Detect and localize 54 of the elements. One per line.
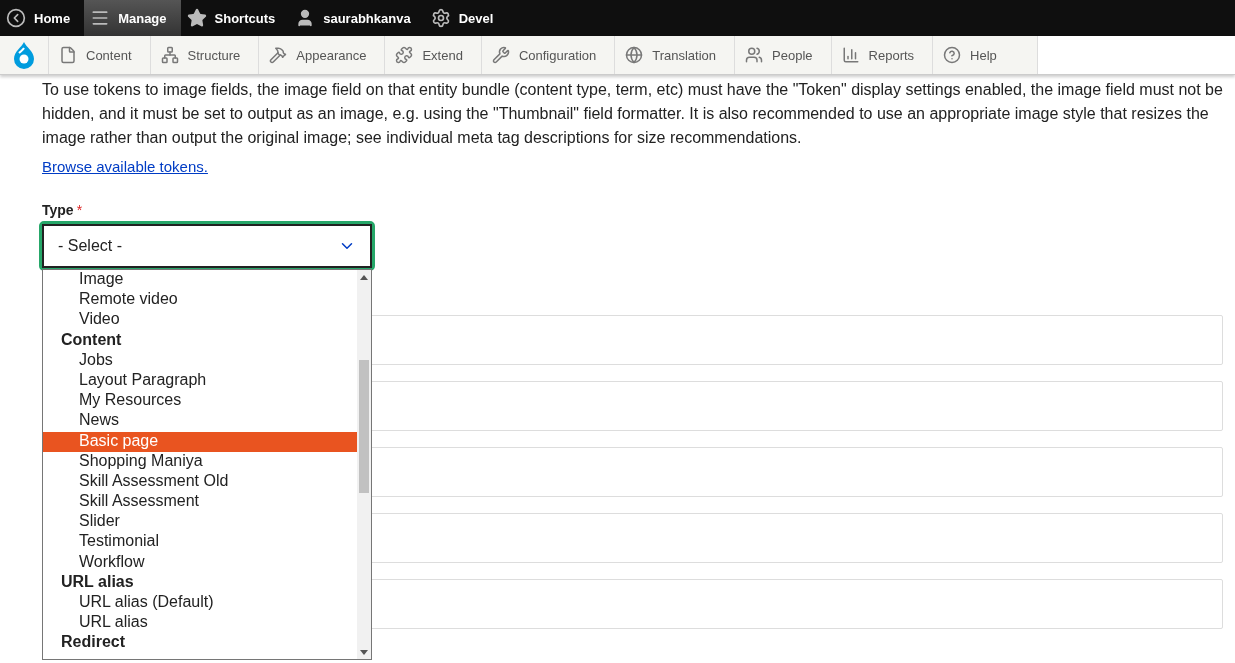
help-icon — [943, 46, 962, 64]
dropdown-option[interactable]: Image — [43, 270, 357, 291]
hammer-icon — [269, 46, 288, 64]
admin-menu-item[interactable]: Shortcuts — [180, 0, 290, 36]
settings-icon — [430, 8, 451, 28]
wrench-icon — [491, 46, 510, 64]
people-icon — [745, 46, 764, 64]
admin-menu-item[interactable]: Manage — [84, 0, 181, 36]
toolbar-tab[interactable]: Help — [933, 36, 1038, 74]
file-icon — [59, 46, 77, 64]
scrollbar[interactable] — [357, 270, 371, 659]
option-group-label: Redirect — [60, 633, 127, 653]
toolbar-tab[interactable]: Reports — [831, 36, 934, 74]
admin-menu-item[interactable]: saurabhkanva — [289, 0, 425, 36]
dropdown-option[interactable]: Skill Assessment — [43, 492, 357, 513]
toolbar-tab[interactable]: People — [735, 36, 832, 74]
browse-tokens-link[interactable]: Browse available tokens. — [42, 158, 208, 175]
dropdown-option[interactable]: Jobs — [43, 350, 357, 371]
back-icon — [6, 8, 26, 28]
drupal-logo-icon[interactable] — [0, 36, 49, 74]
scroll-thumb[interactable] — [359, 360, 369, 493]
option-group-label: URL alias — [60, 572, 135, 592]
toolbar-tab[interactable]: Structure — [150, 36, 260, 74]
hierarchy-icon — [160, 46, 179, 64]
puzzle-icon — [395, 46, 414, 64]
scroll-up-icon[interactable] — [360, 275, 368, 280]
dropdown-option[interactable]: My Resources — [43, 391, 357, 412]
dropdown-option[interactable]: News — [43, 411, 357, 432]
dropdown-option[interactable]: URL alias (Default) — [43, 593, 357, 614]
dropdown-option[interactable]: Skill Assessment Old — [43, 471, 357, 493]
description-text: To use tokens to image fields, the image field on that entity bundle (content type, term, etc) must have the "Token" display settings enabled, the image field must not be hidden, and it must be set to output as an image, e.g. using the "Thumbnail" field formatter. It is also recommended to use an appropriate image style that resizes the image rather than output the original image; see individual meta tag descriptions for size recommendations. — [42, 80, 1223, 148]
type-select[interactable]: - Select - — [42, 224, 372, 268]
admin-menu-item[interactable]: Devel — [424, 0, 508, 36]
dropdown-option[interactable]: Basic page — [43, 431, 357, 452]
star-icon — [186, 8, 207, 28]
dropdown-option[interactable]: Workflow — [43, 552, 357, 573]
globe-icon — [625, 46, 644, 64]
dropdown-option[interactable]: Video — [43, 310, 357, 331]
toolbar-tab[interactable]: Extend — [385, 36, 482, 74]
option-group-label: Content — [60, 330, 123, 350]
dropdown-option[interactable]: Slider — [43, 512, 357, 533]
toolbar-tab[interactable]: Translation — [615, 36, 736, 74]
dropdown-option[interactable]: Shopping Maniya — [43, 451, 357, 472]
toolbar-tab[interactable]: Configuration — [481, 36, 616, 74]
toolbar-tab[interactable]: Appearance — [259, 36, 386, 74]
bar-chart-icon — [841, 46, 860, 64]
dropdown-option[interactable]: Layout Paragraph — [43, 370, 357, 392]
dropdown-option[interactable]: Remote video — [43, 290, 357, 311]
toolbar-tab[interactable]: Content — [49, 36, 151, 74]
dropdown-option[interactable]: Testimonial — [43, 532, 357, 553]
admin-menu-item[interactable]: Home — [0, 0, 85, 36]
dropdown-option[interactable]: URL alias — [43, 613, 357, 634]
type-label: Type * — [42, 202, 83, 218]
scroll-down-icon[interactable] — [360, 650, 368, 655]
